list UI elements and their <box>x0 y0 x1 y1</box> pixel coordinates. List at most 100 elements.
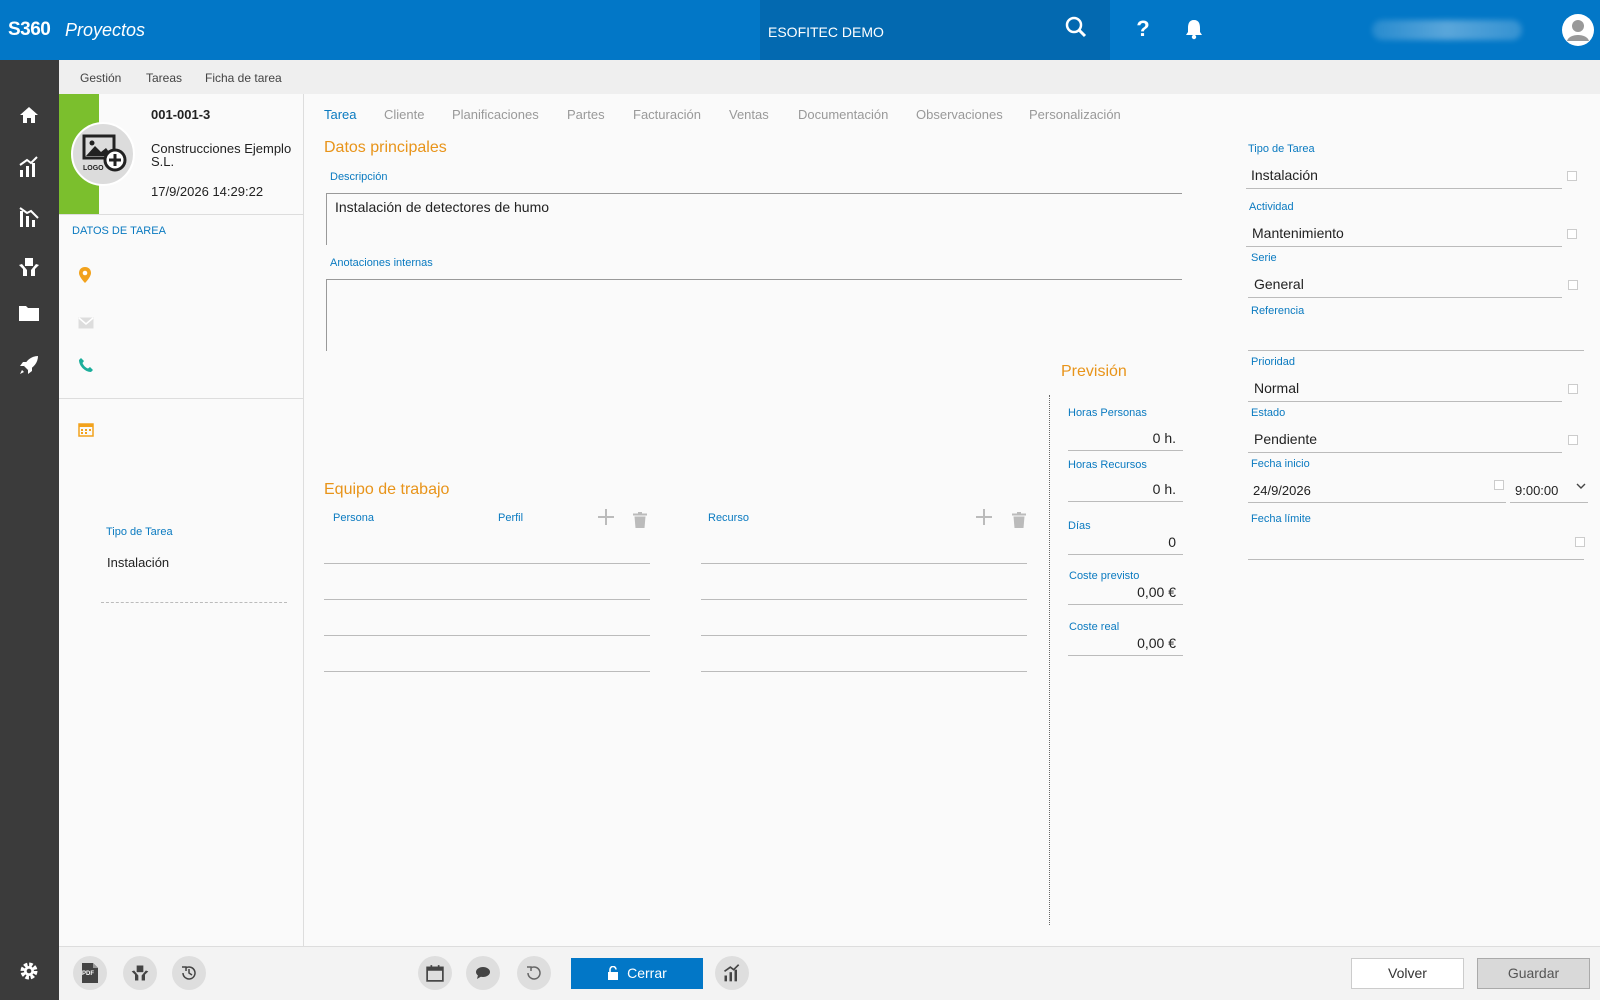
horas-recursos-underline <box>1068 501 1183 502</box>
calendar-icon[interactable] <box>418 956 452 990</box>
dias-value: 0 <box>1168 534 1176 550</box>
breadcrumb-ficha-de-tarea[interactable]: Ficha de tarea <box>205 71 282 85</box>
prioridad-lookup-icon[interactable] <box>1568 384 1578 394</box>
recurso-row[interactable] <box>701 671 1027 672</box>
chart-down-icon[interactable] <box>14 205 44 235</box>
cerrar-label: Cerrar <box>627 965 667 981</box>
persona-column-label: Persona <box>333 512 374 524</box>
hora-inicio-underline <box>1510 502 1588 503</box>
history-icon[interactable] <box>172 956 206 990</box>
breadcrumb-gestion[interactable]: Gestión <box>80 71 121 85</box>
estado-label: Estado <box>1251 407 1286 419</box>
referencia-underline <box>1248 350 1584 351</box>
guardar-button[interactable]: Guardar <box>1477 958 1590 989</box>
left-rail <box>0 60 59 1000</box>
tipo-tarea-value[interactable]: Instalación <box>1251 167 1318 183</box>
persona-row[interactable] <box>324 599 650 600</box>
client-name: Construcciones Ejemplo S.L. <box>151 141 292 169</box>
logo-label: LOGO <box>83 165 104 172</box>
brand-logo[interactable]: S360 <box>8 19 51 41</box>
user-avatar-icon[interactable] <box>1562 14 1594 46</box>
unlock-icon <box>608 965 619 980</box>
fecha-inicio-calendar-icon[interactable] <box>1494 480 1504 490</box>
tipo-tarea-lookup-icon[interactable] <box>1567 171 1577 181</box>
serie-lookup-icon[interactable] <box>1568 280 1578 290</box>
horas-recursos-value: 0 h. <box>1152 481 1176 497</box>
recurso-row[interactable] <box>701 563 1027 564</box>
task-summary-panel <box>59 94 304 946</box>
prevision-divider <box>1049 395 1050 925</box>
estado-lookup-icon[interactable] <box>1568 435 1578 445</box>
delete-recurso-icon[interactable] <box>1012 511 1026 534</box>
datos-principales-title: Datos principales <box>324 139 447 156</box>
restore-icon[interactable] <box>517 956 551 990</box>
chevron-down-icon[interactable] <box>1576 478 1586 493</box>
user-name-blurred[interactable] <box>1372 20 1522 40</box>
task-code: 001-001-3 <box>151 107 211 122</box>
module-title: Proyectos <box>65 20 146 40</box>
calendar-icon[interactable] <box>78 421 94 440</box>
comment-icon[interactable] <box>466 956 500 990</box>
tab-facturacion[interactable]: Facturación <box>633 107 701 122</box>
breadcrumb-tareas[interactable]: Tareas <box>146 71 182 85</box>
folder-icon[interactable] <box>14 303 44 333</box>
company-name[interactable]: ESOFITEC DEMO <box>768 24 884 40</box>
volver-button[interactable]: Volver <box>1351 958 1464 989</box>
persona-row[interactable] <box>324 671 650 672</box>
home-icon[interactable] <box>14 104 44 134</box>
recurso-row[interactable] <box>701 635 1027 636</box>
datos-de-tarea-label: DATOS DE TAREA <box>72 225 166 237</box>
recurso-row[interactable] <box>701 599 1027 600</box>
actividad-underline <box>1246 246 1562 247</box>
mail-icon[interactable] <box>78 317 94 332</box>
descripcion-textarea[interactable]: Instalación de detectores de humo <box>326 193 1182 245</box>
tab-tarea[interactable]: Tarea <box>324 107 357 122</box>
help-icon[interactable]: ? <box>1127 16 1159 42</box>
add-persona-icon[interactable] <box>596 507 616 533</box>
actividad-lookup-icon[interactable] <box>1567 229 1577 239</box>
breadcrumb <box>59 60 1600 94</box>
settings-icon[interactable] <box>14 960 44 990</box>
actividad-value[interactable]: Mantenimiento <box>1252 225 1344 241</box>
fecha-limite-underline <box>1248 559 1584 560</box>
fecha-limite-label: Fecha límite <box>1251 513 1311 525</box>
tab-cliente[interactable]: Cliente <box>384 107 424 122</box>
add-recurso-icon[interactable] <box>974 507 994 533</box>
divider <box>59 214 304 215</box>
estado-value[interactable]: Pendiente <box>1254 431 1317 447</box>
rocket-icon[interactable] <box>14 353 44 383</box>
prioridad-label: Prioridad <box>1251 356 1296 368</box>
bell-icon[interactable] <box>1178 18 1210 46</box>
search-icon[interactable] <box>1060 16 1092 44</box>
anotaciones-textarea[interactable] <box>326 279 1182 351</box>
dias-underline <box>1068 554 1183 555</box>
tab-observaciones[interactable]: Observaciones <box>916 107 1003 122</box>
prevision-title: Previsión <box>1061 363 1127 380</box>
delete-persona-icon[interactable] <box>633 511 647 534</box>
prioridad-value[interactable]: Normal <box>1254 380 1299 396</box>
location-icon[interactable] <box>78 266 92 287</box>
pdf-icon[interactable]: PDF <box>73 956 107 990</box>
chart-up-icon[interactable] <box>14 155 44 185</box>
horas-personas-label: Horas Personas <box>1068 407 1147 419</box>
tab-partes[interactable]: Partes <box>567 107 605 122</box>
logo-upload-button[interactable]: LOGO <box>71 122 135 186</box>
hands-box-icon[interactable] <box>14 255 44 285</box>
referencia-label: Referencia <box>1251 305 1305 317</box>
chart-up-icon[interactable] <box>715 956 749 990</box>
serie-value[interactable]: General <box>1254 276 1304 292</box>
fecha-limite-calendar-icon[interactable] <box>1575 537 1585 547</box>
tab-personalizacion[interactable]: Personalización <box>1029 107 1121 122</box>
tab-planificaciones[interactable]: Planificaciones <box>452 107 539 122</box>
cerrar-button[interactable]: Cerrar <box>571 958 703 989</box>
hora-inicio-value[interactable]: 9:00:00 <box>1515 483 1558 498</box>
hands-box-icon[interactable] <box>123 956 157 990</box>
tab-ventas[interactable]: Ventas <box>729 107 769 122</box>
persona-row[interactable] <box>324 635 650 636</box>
coste-previsto-label: Coste previsto <box>1069 570 1140 582</box>
tab-documentacion[interactable]: Documentación <box>798 107 888 122</box>
fecha-inicio-value[interactable]: 24/9/2026 <box>1253 483 1311 498</box>
persona-row[interactable] <box>324 563 650 564</box>
actividad-label: Actividad <box>1249 201 1294 213</box>
phone-icon[interactable] <box>78 357 94 376</box>
